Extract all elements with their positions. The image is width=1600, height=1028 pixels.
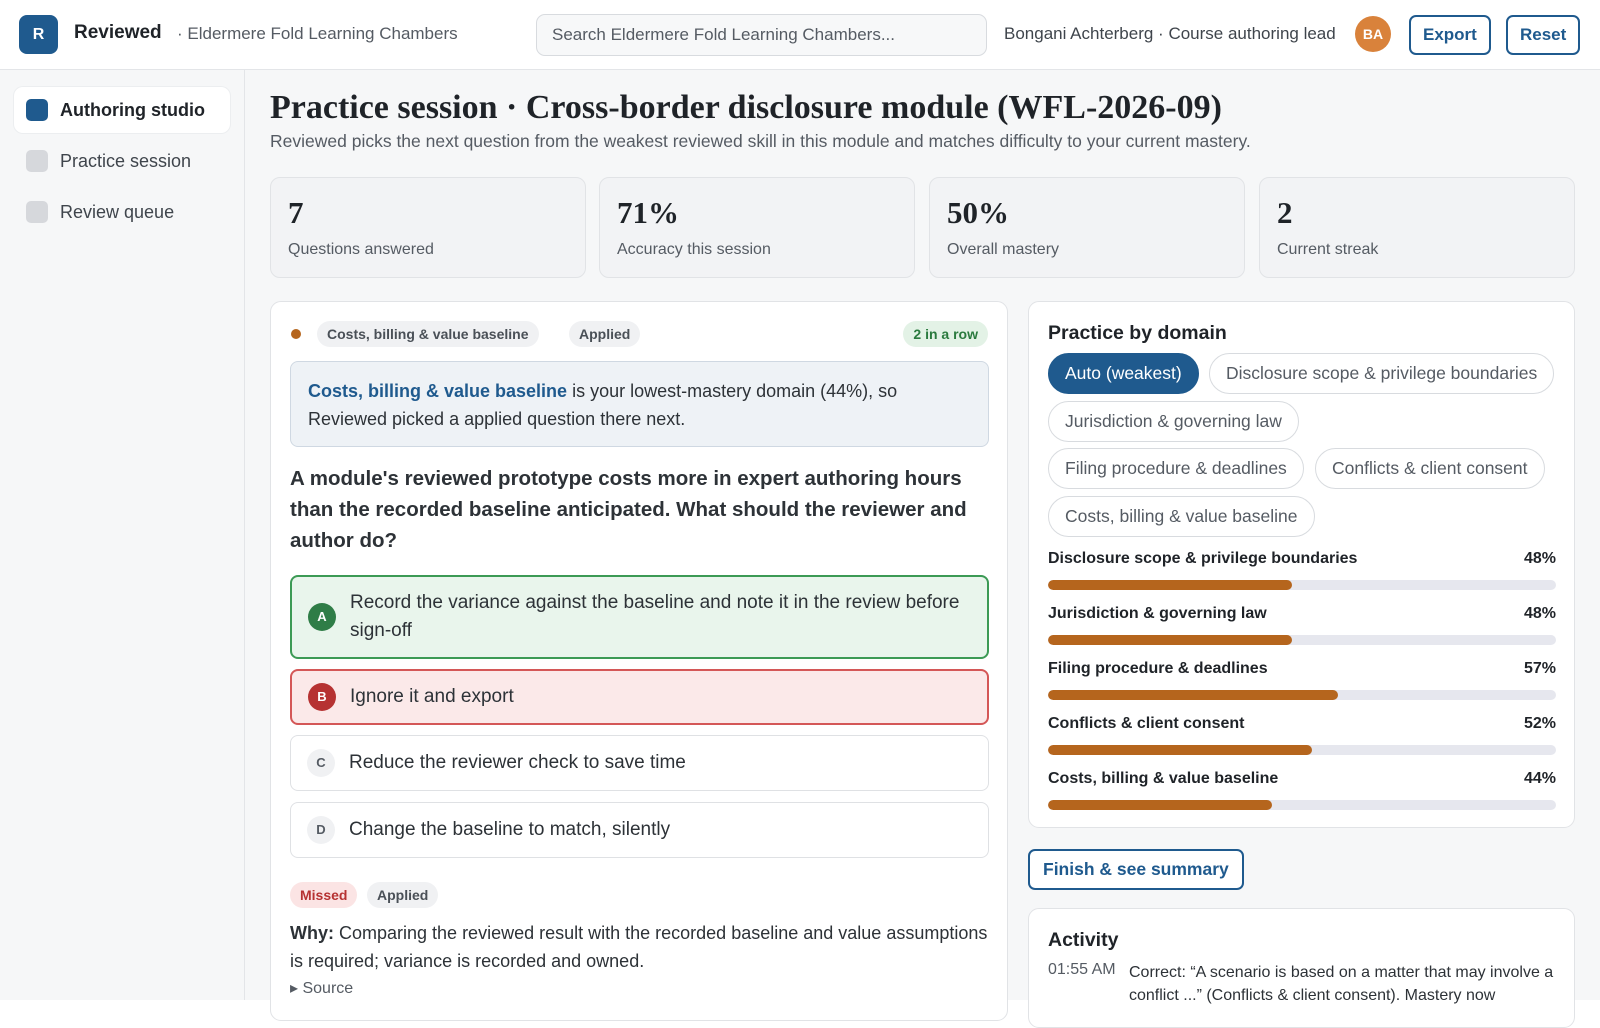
activity-text: Correct: “A scenario is based on a matte… <box>1129 964 1554 1004</box>
sidebar-item-practice-session[interactable]: Practice session <box>14 138 230 184</box>
avatar[interactable]: BA <box>1355 16 1391 52</box>
activity-card: Activity 01:55 AM Correct: “A scenario i… <box>1028 908 1575 1028</box>
mastery-percent: 57% <box>1523 660 1556 677</box>
sidebar-item-authoring-studio[interactable]: Authoring studio <box>14 87 230 133</box>
mastery-domain-name: Filing procedure & deadlines <box>1048 660 1268 677</box>
answer-option-d[interactable]: D Change the baseline to match, silently <box>290 802 989 858</box>
filter-jurisdiction[interactable]: Jurisdiction & governing law <box>1048 401 1299 442</box>
finish-summary-button[interactable]: Finish & see summary <box>1028 849 1244 890</box>
square-icon <box>26 201 48 223</box>
why-label: Why: <box>290 923 334 943</box>
answer-explanation: Why: Comparing the reviewed result with … <box>290 919 989 975</box>
selection-explanation: Costs, billing & value baseline is your … <box>290 361 989 447</box>
mastery-bar <box>1048 580 1556 590</box>
mastery-bar-fill <box>1048 635 1292 645</box>
top-bar: R Reviewed · Eldermere Fold Learning Cha… <box>0 0 1600 70</box>
option-letter: A <box>308 603 336 631</box>
mastery-bar-fill <box>1048 800 1272 810</box>
sidebar-item-label: Review queue <box>60 201 175 222</box>
practice-by-domain-card: Practice by domain Auto (weakest) Disclo… <box>1028 301 1575 828</box>
export-button[interactable]: Export <box>1409 15 1491 55</box>
answer-option-a[interactable]: A Record the variance against the baseli… <box>290 575 989 659</box>
filter-auto-weakest[interactable]: Auto (weakest) <box>1048 353 1199 394</box>
option-letter: B <box>308 683 336 711</box>
option-text: Change the baseline to match, silently <box>349 819 671 840</box>
result-level-chip: Applied <box>367 882 439 908</box>
sidebar: Authoring studio Practice session Review… <box>0 70 245 1000</box>
search-input[interactable] <box>536 14 987 56</box>
app-logo: R <box>19 15 58 54</box>
stat-label: Accuracy this session <box>617 241 771 258</box>
explanation-domain[interactable]: Costs, billing & value baseline <box>308 381 567 401</box>
sidebar-item-label: Practice session <box>60 150 192 171</box>
answer-option-b[interactable]: B Ignore it and export <box>290 669 989 725</box>
domain-chip: Costs, billing & value baseline <box>317 321 539 347</box>
stat-label: Questions answered <box>288 241 434 258</box>
page-subtitle: Reviewed picks the next question from th… <box>270 131 1251 151</box>
mastery-percent: 44% <box>1523 770 1556 787</box>
stat-value: 71% <box>617 195 679 230</box>
question-text: A module's reviewed prototype costs more… <box>290 467 967 552</box>
stat-label: Current streak <box>1277 241 1379 258</box>
activity-time: 01:55 AM <box>1048 961 1116 978</box>
stat-card-questions-answered: 7 Questions answered <box>270 177 586 278</box>
stat-value: 50% <box>947 195 1009 230</box>
mastery-percent: 48% <box>1523 605 1556 622</box>
stat-card-overall-mastery: 50% Overall mastery <box>929 177 1245 278</box>
result-badge: Missed <box>290 882 358 908</box>
mastery-percent: 52% <box>1523 715 1556 732</box>
question-card: Costs, billing & value baseline Applied … <box>270 301 1008 1021</box>
square-icon <box>26 150 48 172</box>
option-letter: D <box>307 816 335 844</box>
domain-status-dot <box>291 329 301 339</box>
square-icon <box>26 99 48 121</box>
mastery-bar <box>1048 690 1556 700</box>
stat-card-accuracy: 71% Accuracy this session <box>599 177 915 278</box>
streak-badge: 2 in a row <box>903 321 988 347</box>
filter-filing-procedure[interactable]: Filing procedure & deadlines <box>1048 448 1304 489</box>
mastery-domain-name: Conflicts & client consent <box>1048 715 1245 732</box>
mastery-bar-fill <box>1048 745 1313 755</box>
mastery-domain-name: Costs, billing & value baseline <box>1048 770 1279 787</box>
filter-conflicts[interactable]: Conflicts & client consent <box>1315 448 1545 489</box>
source-toggle[interactable]: ▸ Source <box>290 978 353 998</box>
mastery-bar <box>1048 635 1556 645</box>
stat-label: Overall mastery <box>947 241 1060 258</box>
stat-value: 2 <box>1277 195 1293 230</box>
page-title: Practice session · Cross-border disclosu… <box>270 89 1222 126</box>
mastery-bar <box>1048 800 1556 810</box>
mastery-bar <box>1048 745 1556 755</box>
domain-card-title: Practice by domain <box>1048 322 1227 344</box>
option-text: Reduce the reviewer check to save time <box>349 752 686 773</box>
stat-value: 7 <box>288 195 304 230</box>
stat-card-current-streak: 2 Current streak <box>1259 177 1575 278</box>
sidebar-item-label: Authoring studio <box>60 99 205 120</box>
app-name: Reviewed <box>74 22 162 43</box>
filter-disclosure-scope[interactable]: Disclosure scope & privilege boundaries <box>1209 353 1555 394</box>
mastery-percent: 48% <box>1523 550 1556 567</box>
option-text: Record the variance against the baseline… <box>350 592 960 641</box>
mastery-domain-name: Disclosure scope & privilege boundaries <box>1048 550 1358 567</box>
organization-name: · Eldermere Fold Learning Chambers <box>177 24 458 43</box>
activity-title: Activity <box>1048 929 1119 951</box>
mastery-bar-fill <box>1048 580 1292 590</box>
sidebar-item-review-queue[interactable]: Review queue <box>14 189 230 235</box>
filter-costs-billing[interactable]: Costs, billing & value baseline <box>1048 496 1315 537</box>
option-letter: C <box>307 749 335 777</box>
mastery-domain-name: Jurisdiction & governing law <box>1048 605 1267 622</box>
main-content: Practice session · Cross-border disclosu… <box>245 70 1600 1028</box>
option-text: Ignore it and export <box>350 686 514 707</box>
why-text: Comparing the reviewed result with the r… <box>290 923 988 971</box>
level-chip: Applied <box>569 321 641 347</box>
mastery-bar-fill <box>1048 690 1338 700</box>
user-name: Bongani Achterberg · Course authoring le… <box>1004 24 1336 43</box>
reset-button[interactable]: Reset <box>1506 15 1581 55</box>
answer-option-c[interactable]: C Reduce the reviewer check to save time <box>290 735 989 791</box>
